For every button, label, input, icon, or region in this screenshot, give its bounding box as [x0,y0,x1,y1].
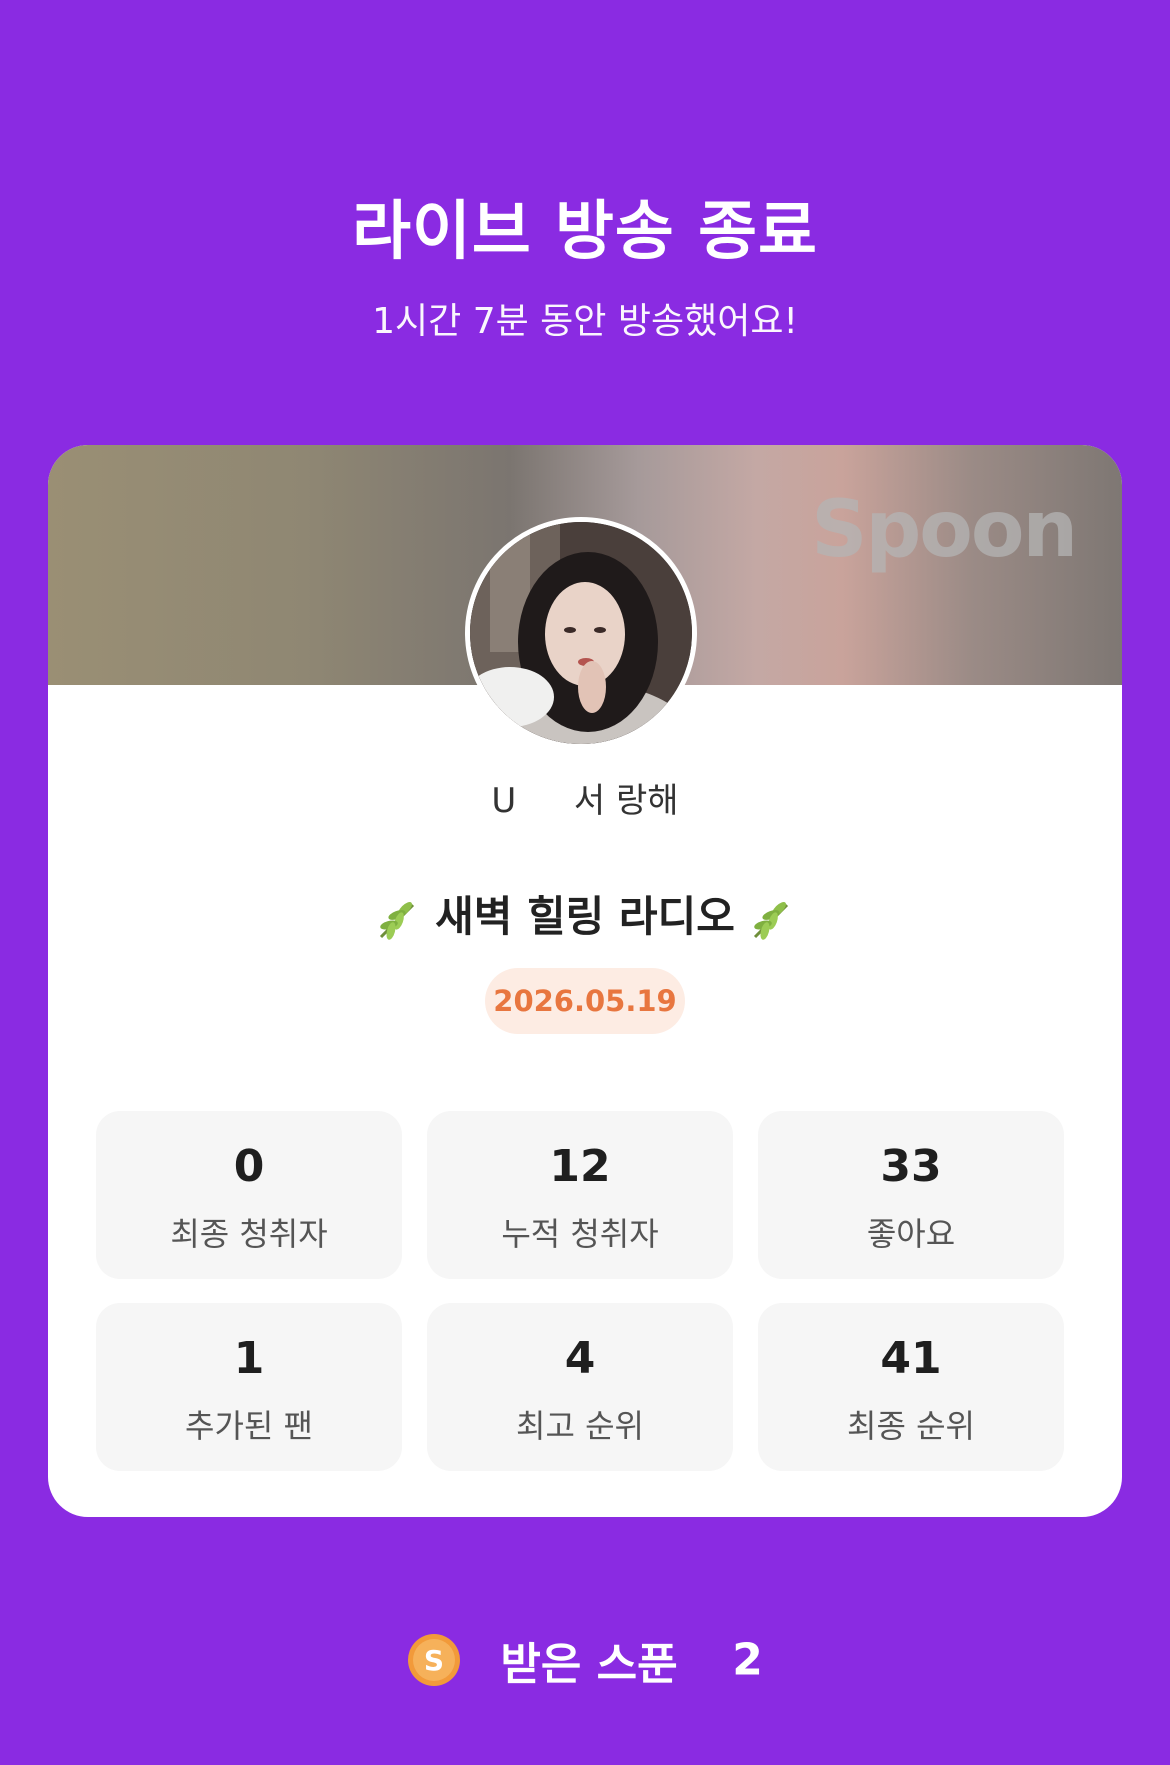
username-text: 서 랑해 [573,781,679,821]
username-prefix: U [491,781,517,821]
stat-label: 추가된 팬 [185,1407,313,1445]
stat-best-rank: 4 최고 순위 [427,1303,733,1471]
stat-label: 최종 청취자 [170,1215,328,1253]
stat-total-listeners: 12 누적 청취자 [427,1111,733,1279]
username: U 서 랑해 [48,773,1122,822]
received-spoons-label: 받은 스푼 [500,1639,678,1690]
broadcast-duration-text: 1시간 7분 동안 방송했어요! [372,301,798,342]
stat-value: 0 [233,1141,265,1192]
stat-value: 33 [880,1141,942,1192]
avatar [465,517,697,749]
leaf-icon [754,901,789,940]
stat-label: 좋아요 [866,1215,956,1253]
stat-final-rank: 41 최종 순위 [758,1303,1064,1471]
stat-value: 41 [880,1333,942,1384]
stat-likes: 33 좋아요 [758,1111,1064,1279]
page-title: 라이브 방송 종료 [352,195,818,269]
stat-value: 12 [549,1141,611,1192]
stat-label: 최종 순위 [847,1407,975,1445]
stat-final-listeners: 0 최종 청취자 [96,1111,402,1279]
live-title: 새벽 힐링 라디오 [48,883,1122,944]
spoon-logo: Spoon [811,485,1078,575]
broadcast-date-badge: 2026.05.19 [485,968,685,1034]
stat-value: 1 [233,1333,265,1384]
leaf-icon [379,901,414,940]
received-spoons: S 받은 스푼 2 [0,1628,1170,1692]
svg-text:S: S [424,1644,444,1677]
stat-value: 4 [564,1333,596,1384]
received-spoons-count: 2 [732,1634,763,1686]
spoon-coin-icon: S [408,1634,461,1686]
broadcast-summary-card: Spoon U 서 랑해 새벽 힐링 라디오 2026.05.19 0 최종 청… [48,445,1122,1517]
stat-new-fans: 1 추가된 팬 [96,1303,402,1471]
stat-label: 최고 순위 [516,1407,644,1445]
live-title-text: 새벽 힐링 라디오 [435,892,735,941]
stat-label: 누적 청취자 [501,1215,659,1253]
